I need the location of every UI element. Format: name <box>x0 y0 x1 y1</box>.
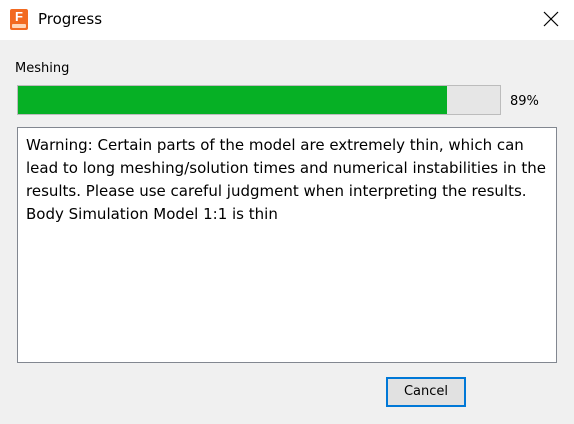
progress-stage-label: Meshing <box>15 61 70 76</box>
fusion-app-icon: F <box>10 9 28 30</box>
title-bar[interactable]: F Progress <box>0 0 574 40</box>
close-icon <box>543 11 559 27</box>
progress-percent: 89% <box>510 94 539 109</box>
progress-bar <box>17 85 501 115</box>
cancel-button[interactable]: Cancel <box>386 377 466 407</box>
app-icon-strip <box>12 24 26 28</box>
detail-message: Body Simulation Model 1:1 is thin <box>26 205 278 223</box>
close-button[interactable] <box>528 0 574 40</box>
progress-bar-fill <box>18 86 447 114</box>
app-icon-letter: F <box>15 9 23 24</box>
message-log[interactable]: Warning: Certain parts of the model are … <box>17 127 557 363</box>
progress-dialog: F Progress Meshing 89% Warning: Certain … <box>0 0 574 424</box>
warning-message: Warning: Certain parts of the model are … <box>26 136 546 200</box>
window-title: Progress <box>38 10 103 28</box>
